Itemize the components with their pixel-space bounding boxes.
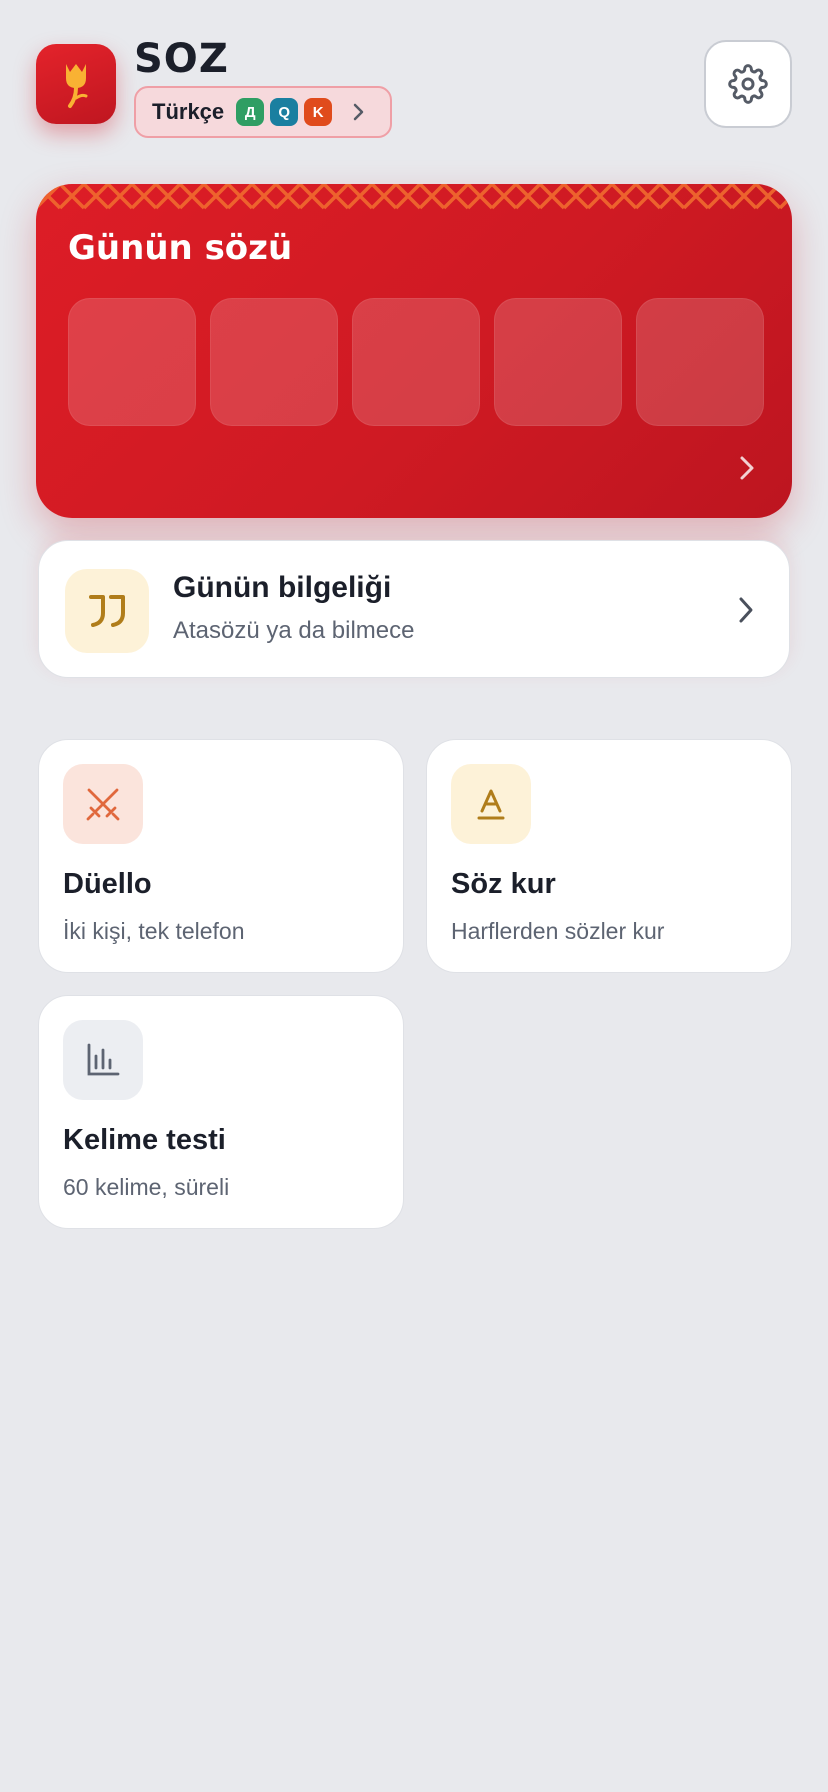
- chevron-right-icon: [738, 454, 756, 487]
- chevron-right-icon: [737, 595, 755, 630]
- header: SOZ Türkçe Д Q K: [36, 36, 792, 140]
- language-selector[interactable]: Türkçe Д Q K: [134, 86, 392, 138]
- chevron-right-icon: [352, 102, 366, 122]
- game-title: Söz kur: [451, 868, 556, 900]
- letter-tile: [68, 298, 196, 426]
- keyboard-badge-kazakh: K: [304, 98, 333, 126]
- language-label: Türkçe: [152, 99, 225, 124]
- keyboard-badge-cyrillic: Д: [236, 98, 265, 126]
- letter-tiles: [68, 298, 764, 426]
- game-title: Düello: [63, 868, 152, 900]
- tulip-icon: [66, 64, 88, 108]
- game-card-word-test[interactable]: Kelime testi 60 kelime, süreli: [38, 995, 404, 1229]
- wisdom-subtitle: Atasözü ya da bilmece: [173, 617, 415, 644]
- letter-tile: [352, 298, 480, 426]
- game-subtitle: Harflerden sözler kur: [451, 918, 665, 944]
- ornament-border: [36, 184, 792, 210]
- letter-a-icon: [451, 764, 531, 844]
- game-subtitle: İki kişi, tek telefon: [63, 918, 245, 944]
- word-of-day-title: Günün sözü: [68, 228, 293, 268]
- game-title: Kelime testi: [63, 1124, 226, 1156]
- word-of-day-card[interactable]: Günün sözü: [36, 184, 792, 518]
- game-card-build-word[interactable]: Söz kur Harflerden sözler kur: [426, 739, 792, 973]
- game-subtitle: 60 kelime, süreli: [63, 1174, 230, 1200]
- bar-chart-icon: [63, 1020, 143, 1100]
- settings-button[interactable]: [704, 40, 792, 128]
- letter-tile: [210, 298, 338, 426]
- game-card-duel[interactable]: Düello İki kişi, tek telefon: [38, 739, 404, 973]
- app-title: SOZ: [134, 36, 229, 82]
- crossed-swords-icon: [63, 764, 143, 844]
- wisdom-of-day-card[interactable]: Günün bilgeliği Atasözü ya da bilmece: [38, 540, 790, 678]
- wisdom-title: Günün bilgeliği: [173, 571, 392, 604]
- letter-tile: [636, 298, 764, 426]
- letter-tile: [494, 298, 622, 426]
- keyboard-badge-latin: Q: [270, 98, 299, 126]
- app-logo: [36, 44, 116, 124]
- quote-icon: [65, 569, 149, 653]
- gear-icon: [728, 64, 768, 104]
